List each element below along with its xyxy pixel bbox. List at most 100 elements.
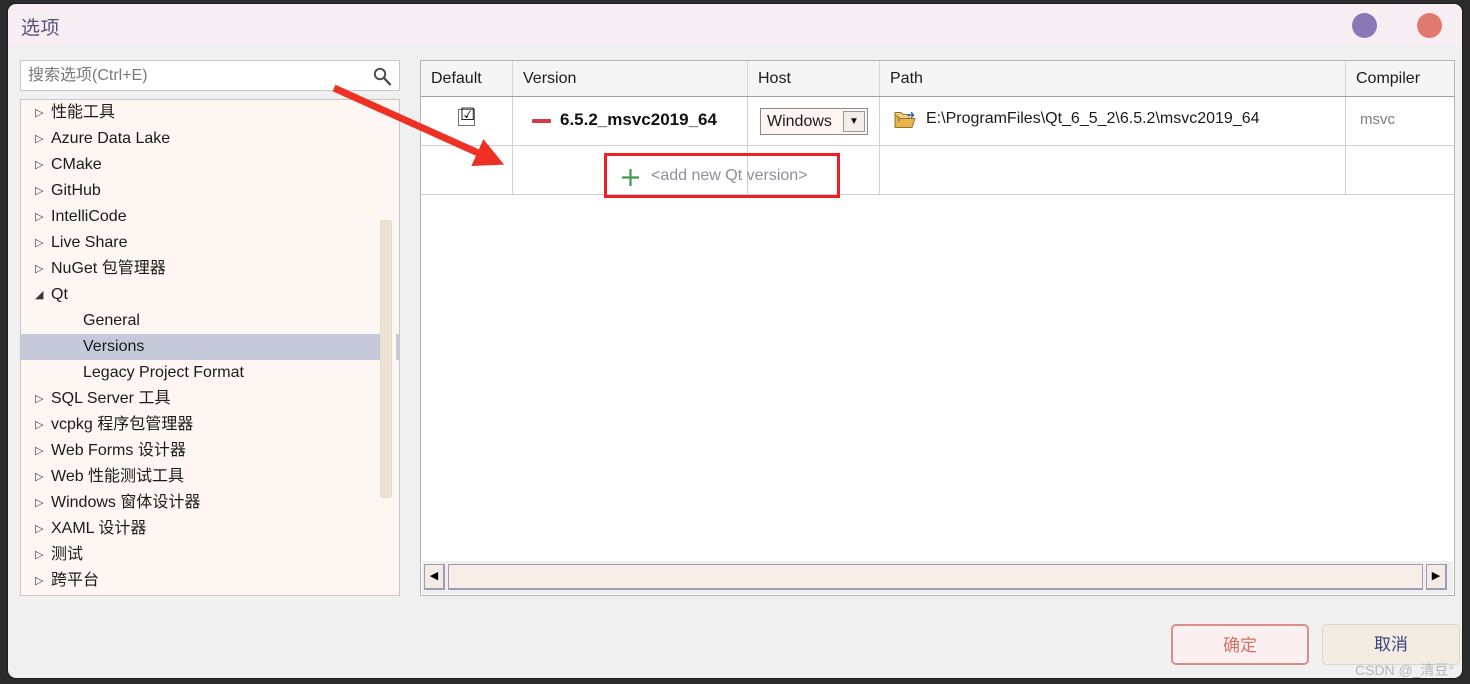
cancel-button[interactable]: 取消 <box>1322 624 1460 665</box>
sidebar-item-general[interactable]: General <box>21 308 399 334</box>
chevron-right-icon[interactable]: ▷ <box>35 256 51 282</box>
sidebar-item-nuget-包管理器[interactable]: ▷ NuGet 包管理器 <box>21 256 399 282</box>
chevron-right-icon[interactable]: ▷ <box>35 230 51 256</box>
sidebar-item-label: 跨平台 <box>51 572 100 589</box>
chevron-right-icon[interactable]: ▷ <box>35 126 51 152</box>
minus-icon[interactable] <box>532 119 551 123</box>
sidebar-item-label: Versions <box>83 338 145 355</box>
tree-item-list: ▷ 性能工具 ▷ Azure Data Lake ▷ CMake ▷ GitHub ▷ Intel… <box>21 100 399 594</box>
cell-host-empty <box>748 146 880 194</box>
sidebar-item-label: Azure Data Lake <box>51 130 171 147</box>
sidebar-item-live-share[interactable]: ▷ Live Share <box>21 230 399 256</box>
column-header-path[interactable]: Path <box>880 61 1346 96</box>
sidebar-item-label: 测试 <box>51 546 84 563</box>
title-bar: 选项 <box>8 4 1462 46</box>
sidebar-item-label: IntelliCode <box>51 208 127 225</box>
sidebar-item-azure-data-lake[interactable]: ▷ Azure Data Lake <box>21 126 399 152</box>
search-box[interactable] <box>20 60 400 91</box>
plus-icon[interactable] <box>621 168 640 187</box>
options-tree[interactable]: ▷ 性能工具 ▷ Azure Data Lake ▷ CMake ▷ GitHub ▷ Intel… <box>20 99 400 596</box>
compiler-value: msvc <box>1360 111 1395 128</box>
sidebar-item-label: Qt <box>51 286 68 303</box>
scroll-right-arrow-icon[interactable]: ▶ <box>1426 564 1447 590</box>
sidebar-item-versions[interactable]: Versions <box>21 334 399 360</box>
chevron-right-icon[interactable]: ▷ <box>35 204 51 230</box>
sidebar-item-跨平台[interactable]: ▷ 跨平台 <box>21 568 399 594</box>
chevron-right-icon[interactable]: ▷ <box>35 568 51 594</box>
cell-path-empty <box>880 146 1346 194</box>
cell-default[interactable]: ☑ <box>421 97 513 145</box>
add-new-version-row[interactable]: <add new Qt version> <box>421 146 1454 198</box>
sidebar-item-label: Web 性能测试工具 <box>51 468 185 485</box>
minimize-button[interactable] <box>1352 13 1377 38</box>
sidebar-item-label: XAML 设计器 <box>51 520 147 537</box>
sidebar-item-legacy-project-format[interactable]: Legacy Project Format <box>21 360 399 386</box>
version-value: 6.5.2_msvc2019_64 <box>560 110 717 129</box>
sidebar-item-windows-窗体设计器[interactable]: ▷ Windows 窗体设计器 <box>21 490 399 516</box>
column-header-host[interactable]: Host <box>748 61 880 96</box>
chevron-right-icon[interactable]: ▷ <box>35 386 51 412</box>
path-value: E:\ProgramFiles\Qt_6_5_2\6.5.2\msvc2019_… <box>926 110 1260 127</box>
sidebar-item-label: Live Share <box>51 234 128 251</box>
sidebar-item-github[interactable]: ▷ GitHub <box>21 178 399 204</box>
sidebar-item-label: 性能工具 <box>51 104 116 121</box>
chevron-right-icon[interactable]: ▷ <box>35 152 51 178</box>
chevron-right-icon[interactable]: ▷ <box>35 516 51 542</box>
column-header-compiler[interactable]: Compiler <box>1346 61 1454 96</box>
sidebar-item-label: Legacy Project Format <box>83 364 244 381</box>
chevron-right-icon[interactable]: ▷ <box>35 490 51 516</box>
table-header-row: Default Version Host Path Compiler <box>421 61 1454 97</box>
cell-path[interactable]: E:\ProgramFiles\Qt_6_5_2\6.5.2\msvc2019_… <box>880 97 1346 145</box>
chevron-down-icon[interactable]: ◢ <box>35 282 51 308</box>
tree-scrollbar-thumb[interactable] <box>380 220 392 498</box>
cell-host[interactable]: Windows ▼ <box>748 97 880 145</box>
sidebar-item-web-forms-设计器[interactable]: ▷ Web Forms 设计器 <box>21 438 399 464</box>
cell-version[interactable]: 6.5.2_msvc2019_64 <box>513 97 748 145</box>
table-horizontal-scrollbar[interactable]: ◀ ▶ <box>422 561 1453 594</box>
sidebar-item-sql-server-工具[interactable]: ▷ SQL Server 工具 <box>21 386 399 412</box>
sidebar-item-label: SQL Server 工具 <box>51 390 171 407</box>
chevron-right-icon[interactable]: ▷ <box>35 464 51 490</box>
chevron-right-icon[interactable]: ▷ <box>35 438 51 464</box>
sidebar-item-web-性能测试工具[interactable]: ▷ Web 性能测试工具 <box>21 464 399 490</box>
host-value: Windows <box>767 113 832 130</box>
sidebar-item-label: Web Forms 设计器 <box>51 442 186 459</box>
cell-compiler-empty <box>1346 146 1454 194</box>
close-button[interactable] <box>1417 13 1442 38</box>
sidebar-item-label: Windows 窗体设计器 <box>51 494 201 511</box>
sidebar-item-cmake[interactable]: ▷ CMake <box>21 152 399 178</box>
chevron-right-icon[interactable]: ▷ <box>35 100 51 126</box>
scroll-left-arrow-icon[interactable]: ◀ <box>424 564 445 590</box>
sidebar-item-intellicode[interactable]: ▷ IntelliCode <box>21 204 399 230</box>
qt-versions-table: Default Version Host Path Compiler ☑ 6.5… <box>420 60 1455 596</box>
sidebar-item-vcpkg-程序包管理器[interactable]: ▷ vcpkg 程序包管理器 <box>21 412 399 438</box>
folder-open-icon[interactable] <box>894 110 916 130</box>
chevron-right-icon[interactable]: ▷ <box>35 178 51 204</box>
hscroll-thumb[interactable] <box>448 564 1423 590</box>
sidebar-item-label: vcpkg 程序包管理器 <box>51 416 194 433</box>
chevron-right-icon[interactable]: ▷ <box>35 412 51 438</box>
chevron-right-icon[interactable]: ▷ <box>35 542 51 568</box>
sidebar-item-测试[interactable]: ▷ 测试 <box>21 542 399 568</box>
host-select[interactable]: Windows ▼ <box>760 108 868 135</box>
default-checkbox[interactable]: ☑ <box>458 105 476 126</box>
column-header-default[interactable]: Default <box>421 61 513 96</box>
search-input[interactable] <box>28 61 358 90</box>
chevron-down-icon[interactable]: ▼ <box>843 111 865 132</box>
table-row[interactable]: ☑ 6.5.2_msvc2019_64 Windows ▼ E:\Program… <box>421 97 1454 146</box>
sidebar-item-label: General <box>83 312 140 329</box>
sidebar-item-qt[interactable]: ◢ Qt <box>21 282 399 308</box>
sidebar-item-xaml-设计器[interactable]: ▷ XAML 设计器 <box>21 516 399 542</box>
checkbox-tick: ☑ <box>460 105 476 124</box>
tree-scrollbar-track[interactable] <box>380 101 396 594</box>
cell-add-new[interactable]: <add new Qt version> <box>513 146 840 198</box>
sidebar-item-性能工具[interactable]: ▷ 性能工具 <box>21 100 399 126</box>
column-header-version[interactable]: Version <box>513 61 748 96</box>
sidebar-item-label: NuGet 包管理器 <box>51 260 166 277</box>
ok-button[interactable]: 确定 <box>1171 624 1309 665</box>
sidebar-item-label: CMake <box>51 156 102 173</box>
search-icon[interactable] <box>372 66 392 86</box>
page-title: 选项 <box>21 18 61 39</box>
watermark: CSDN @_清豆° <box>1355 662 1455 678</box>
cell-compiler: msvc <box>1346 97 1454 145</box>
